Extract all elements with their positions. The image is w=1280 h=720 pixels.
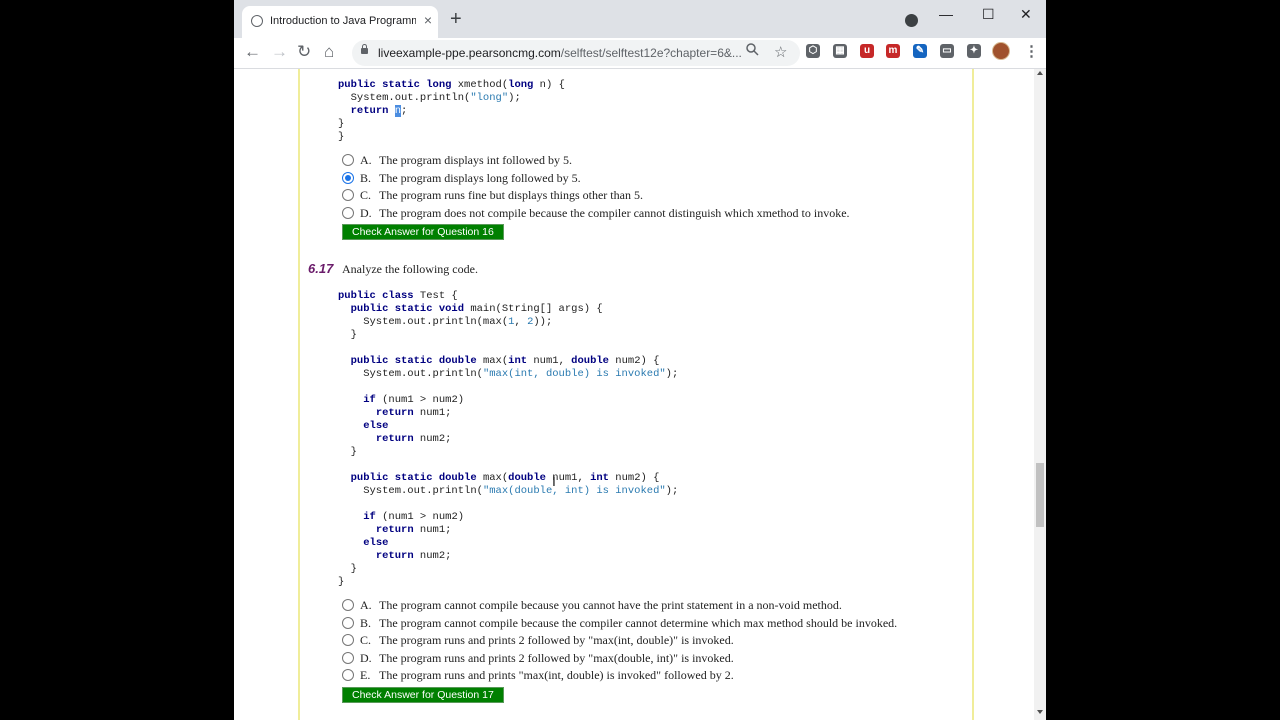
scroll-thumb[interactable] bbox=[1036, 463, 1044, 527]
menu-icon[interactable]: ⋮ bbox=[1024, 42, 1039, 60]
close-window-button[interactable]: ✕ bbox=[1020, 6, 1032, 23]
option-letter: E. bbox=[360, 668, 371, 682]
ext-ublock-icon[interactable]: u bbox=[860, 44, 874, 58]
new-tab-button[interactable]: + bbox=[450, 9, 462, 29]
option-text: The program cannot compile because you c… bbox=[379, 598, 842, 612]
q16-code-end: } bbox=[338, 131, 345, 143]
ext-m-icon[interactable]: m bbox=[886, 44, 900, 58]
option-letter: D. bbox=[360, 650, 372, 665]
option-radio[interactable] bbox=[342, 171, 354, 184]
tab-title: Introduction to Java Programming bbox=[270, 15, 416, 27]
globe-icon bbox=[251, 15, 263, 27]
option-text: The program runs fine but displays thing… bbox=[379, 188, 643, 202]
question-number: 6.17 bbox=[308, 261, 334, 276]
check-answer-16-button[interactable]: Check Answer for Question 16 bbox=[342, 224, 504, 240]
q17-code: public class Test { public static void m… bbox=[338, 290, 679, 588]
option-radio[interactable] bbox=[342, 634, 354, 646]
option-radio[interactable] bbox=[342, 669, 354, 681]
q16-code: public static long xmethod(long n) { Sys… bbox=[338, 79, 565, 130]
option-letter: D. bbox=[360, 205, 372, 220]
option-radio[interactable] bbox=[342, 154, 354, 166]
home-button[interactable]: ⌂ bbox=[324, 42, 334, 62]
option-text: The program cannot compile because the c… bbox=[379, 615, 898, 630]
option-text: The program runs and prints 2 followed b… bbox=[379, 650, 734, 665]
address-bar[interactable]: liveexample-ppe.pearsoncmg.com/selftest/… bbox=[352, 40, 800, 66]
tab-strip: Introduction to Java Programming × + — ☐… bbox=[234, 0, 1046, 38]
option-letter: C. bbox=[360, 188, 372, 202]
option-text: The program runs and prints 2 followed b… bbox=[379, 633, 734, 647]
option-letter: B. bbox=[360, 170, 372, 185]
ext-screen-icon[interactable]: ▭ bbox=[940, 44, 954, 58]
close-tab-icon[interactable]: × bbox=[424, 13, 432, 27]
check-answer-17-button[interactable]: Check Answer for Question 17 bbox=[342, 687, 504, 703]
ext-grid-icon[interactable]: ▦ bbox=[833, 44, 847, 58]
back-button[interactable]: ← bbox=[244, 42, 261, 62]
option-text: The program displays long followed by 5. bbox=[379, 170, 581, 185]
text-cursor-icon: I bbox=[552, 473, 556, 489]
tab-search-icon[interactable] bbox=[905, 14, 918, 27]
option-radio[interactable] bbox=[342, 651, 354, 664]
option-text: The program does not compile because the… bbox=[379, 205, 850, 220]
bookmark-star-icon[interactable]: ☆ bbox=[774, 43, 787, 61]
ext-edit-icon[interactable]: ✎ bbox=[913, 44, 927, 58]
question-prompt: Analyze the following code. bbox=[342, 262, 478, 276]
option-radio[interactable] bbox=[342, 206, 354, 219]
zoom-icon[interactable] bbox=[746, 43, 759, 59]
option-text: The program runs and prints "max(int, do… bbox=[379, 668, 734, 682]
right-border bbox=[972, 69, 974, 720]
option-letter: A. bbox=[360, 153, 372, 167]
ext-puzzle-icon[interactable]: ✦ bbox=[967, 44, 981, 58]
option-radio[interactable] bbox=[342, 189, 354, 201]
page-content: public static long xmethod(long n) { Sys… bbox=[234, 69, 1034, 720]
url-text: liveexample-ppe.pearsoncmg.com/selftest/… bbox=[378, 46, 742, 60]
maximize-button[interactable]: ☐ bbox=[982, 6, 995, 23]
option-letter: A. bbox=[360, 598, 372, 612]
minimize-button[interactable]: — bbox=[939, 6, 953, 22]
option-text: The program displays int followed by 5. bbox=[379, 153, 572, 167]
scroll-down-icon[interactable] bbox=[1037, 710, 1043, 714]
scrollbar[interactable] bbox=[1034, 69, 1046, 720]
option-letter: C. bbox=[360, 633, 372, 647]
scroll-up-icon[interactable] bbox=[1037, 71, 1043, 75]
option-radio[interactable] bbox=[342, 599, 354, 611]
browser-tab[interactable]: Introduction to Java Programming × bbox=[242, 6, 438, 38]
ext-cube-icon[interactable]: ⬡ bbox=[806, 44, 820, 58]
forward-button[interactable]: → bbox=[271, 42, 288, 62]
profile-avatar[interactable] bbox=[992, 42, 1010, 60]
lock-icon bbox=[361, 44, 368, 54]
option-radio[interactable] bbox=[342, 616, 354, 629]
browser-window: Introduction to Java Programming × + — ☐… bbox=[234, 0, 1046, 720]
option-letter: B. bbox=[360, 615, 372, 630]
left-border bbox=[298, 69, 300, 720]
reload-button[interactable]: ↻ bbox=[297, 42, 311, 62]
